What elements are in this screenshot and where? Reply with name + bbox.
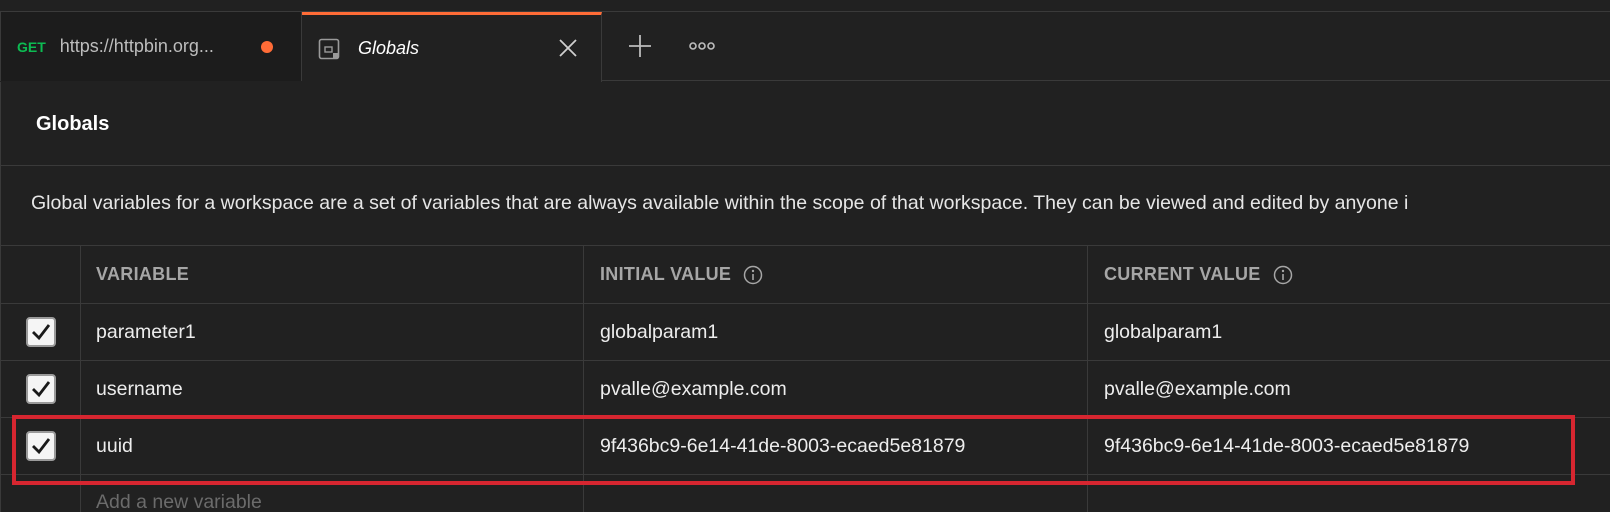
header-current-value: CURRENT VALUE	[1088, 246, 1610, 303]
row-checkbox-cell	[1, 361, 81, 417]
new-variable-input[interactable]: Add a new variable	[81, 475, 584, 512]
unsaved-dot-icon	[261, 41, 273, 53]
variable-name-cell[interactable]: parameter1	[81, 304, 584, 360]
table-row: username pvalle@example.com pvalle@examp…	[1, 361, 1610, 418]
current-value-cell[interactable]: globalparam1	[1088, 304, 1610, 360]
initial-value-cell[interactable]: pvalle@example.com	[584, 361, 1088, 417]
variable-name: parameter1	[96, 320, 196, 343]
add-tab-icon[interactable]	[627, 33, 653, 59]
tab-globals-title: Globals	[358, 38, 420, 58]
variable-name-cell[interactable]: username	[81, 361, 584, 417]
new-variable-row: Add a new variable	[1, 475, 1610, 512]
row-enabled-checkbox[interactable]	[25, 431, 56, 461]
tab-globals[interactable]: Globals	[302, 12, 602, 82]
current-value-cell[interactable]: pvalle@example.com	[1088, 361, 1610, 417]
window-top-strip	[0, 0, 1610, 12]
tab-bar: GET https://httpbin.org... Globals	[0, 12, 1610, 82]
page-header: Globals	[1, 82, 1610, 166]
page-title: Globals	[36, 113, 110, 135]
page-description: Global variables for a workspace are a s…	[31, 192, 1409, 214]
info-icon[interactable]	[743, 265, 763, 285]
row-enabled-checkbox[interactable]	[25, 317, 56, 347]
initial-value: pvalle@example.com	[600, 377, 787, 400]
variable-name: username	[96, 377, 183, 400]
description-area: Global variables for a workspace are a s…	[1, 166, 1610, 246]
header-variable-label: VARIABLE	[96, 264, 190, 284]
new-current-value-input[interactable]	[1088, 475, 1610, 512]
environment-icon	[318, 38, 340, 59]
variable-name: uuid	[96, 434, 133, 457]
initial-value: globalparam1	[600, 320, 719, 343]
header-initial-value-label: INITIAL VALUE	[600, 264, 732, 284]
close-icon[interactable]	[557, 37, 579, 59]
new-initial-value-input[interactable]	[584, 475, 1088, 512]
tab-request[interactable]: GET https://httpbin.org...	[0, 12, 302, 81]
info-icon[interactable]	[1273, 265, 1293, 285]
table-header-row: VARIABLE INITIAL VALUE CURRENT VALUE	[1, 246, 1610, 304]
header-initial-value: INITIAL VALUE	[584, 246, 1088, 303]
current-value-cell[interactable]: 9f436bc9-6e14-41de-8003-ecaed5e81879	[1088, 418, 1610, 474]
checkmark-icon	[31, 438, 50, 455]
request-method: GET	[17, 38, 46, 55]
new-variable-placeholder: Add a new variable	[96, 491, 262, 512]
initial-value: 9f436bc9-6e14-41de-8003-ecaed5e81879	[600, 434, 966, 457]
checkmark-icon	[31, 381, 50, 398]
initial-value-cell[interactable]: globalparam1	[584, 304, 1088, 360]
table-row: uuid 9f436bc9-6e14-41de-8003-ecaed5e8187…	[1, 418, 1610, 475]
table-row: parameter1 globalparam1 globalparam1	[1, 304, 1610, 361]
current-value: globalparam1	[1104, 320, 1223, 343]
variable-name-cell[interactable]: uuid	[81, 418, 584, 474]
header-variable: VARIABLE	[81, 246, 584, 303]
header-current-value-label: CURRENT VALUE	[1104, 264, 1261, 284]
row-checkbox-cell	[1, 304, 81, 360]
current-value: 9f436bc9-6e14-41de-8003-ecaed5e81879	[1104, 434, 1470, 457]
current-value: pvalle@example.com	[1104, 377, 1291, 400]
row-checkbox-cell	[1, 475, 81, 512]
checkmark-icon	[31, 324, 50, 341]
more-options-icon[interactable]	[688, 34, 716, 58]
initial-value-cell[interactable]: 9f436bc9-6e14-41de-8003-ecaed5e81879	[584, 418, 1088, 474]
variables-table: VARIABLE INITIAL VALUE CURRENT VALUE par…	[1, 246, 1610, 512]
globals-panel: Globals Global variables for a workspace…	[0, 82, 1610, 512]
row-enabled-checkbox[interactable]	[25, 374, 56, 404]
tab-request-title: https://httpbin.org...	[59, 36, 214, 56]
row-checkbox-cell	[1, 418, 81, 474]
header-checkbox-cell	[1, 246, 81, 303]
